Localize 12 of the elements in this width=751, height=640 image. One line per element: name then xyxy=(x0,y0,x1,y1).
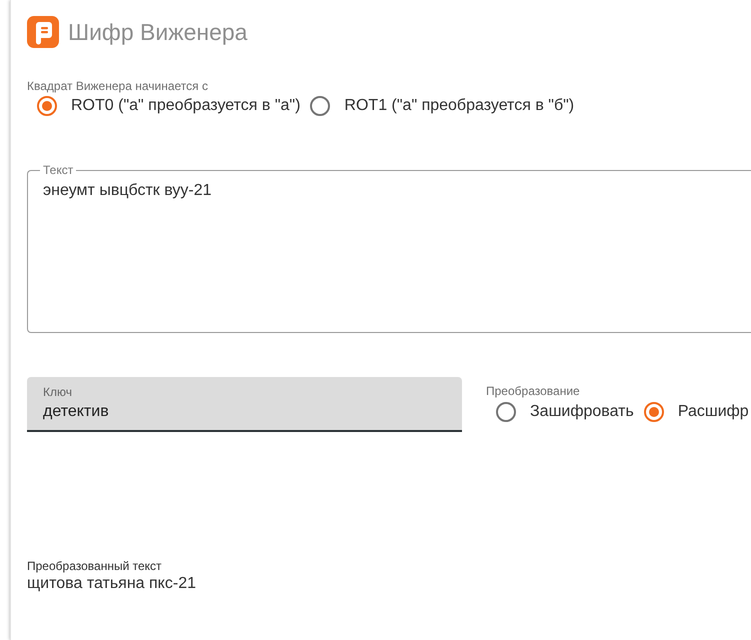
result-text: щитова татьяна пкс-21 xyxy=(27,574,197,594)
text-area-field[interactable]: Текст энеумт ывцбстк вуу-21 xyxy=(27,163,751,333)
radio-option[interactable]: ROT0 ("а" преобразуется в "а") xyxy=(27,94,300,118)
group-label: Квадрат Виженера начинается с xyxy=(27,79,209,93)
group-label: Преобразование xyxy=(486,384,581,398)
radio-option[interactable]: ROT1 ("а" преобразуется в "б") xyxy=(300,94,574,118)
app-title: Шифр Виженера xyxy=(68,18,248,46)
radio-option[interactable]: Расшифр xyxy=(634,400,749,424)
key-input-field[interactable]: Ключ детектив xyxy=(27,377,462,432)
radio-option[interactable]: Зашифровать xyxy=(486,400,634,424)
result-label: Преобразованный текст xyxy=(27,559,163,573)
logo-icon xyxy=(27,16,59,48)
